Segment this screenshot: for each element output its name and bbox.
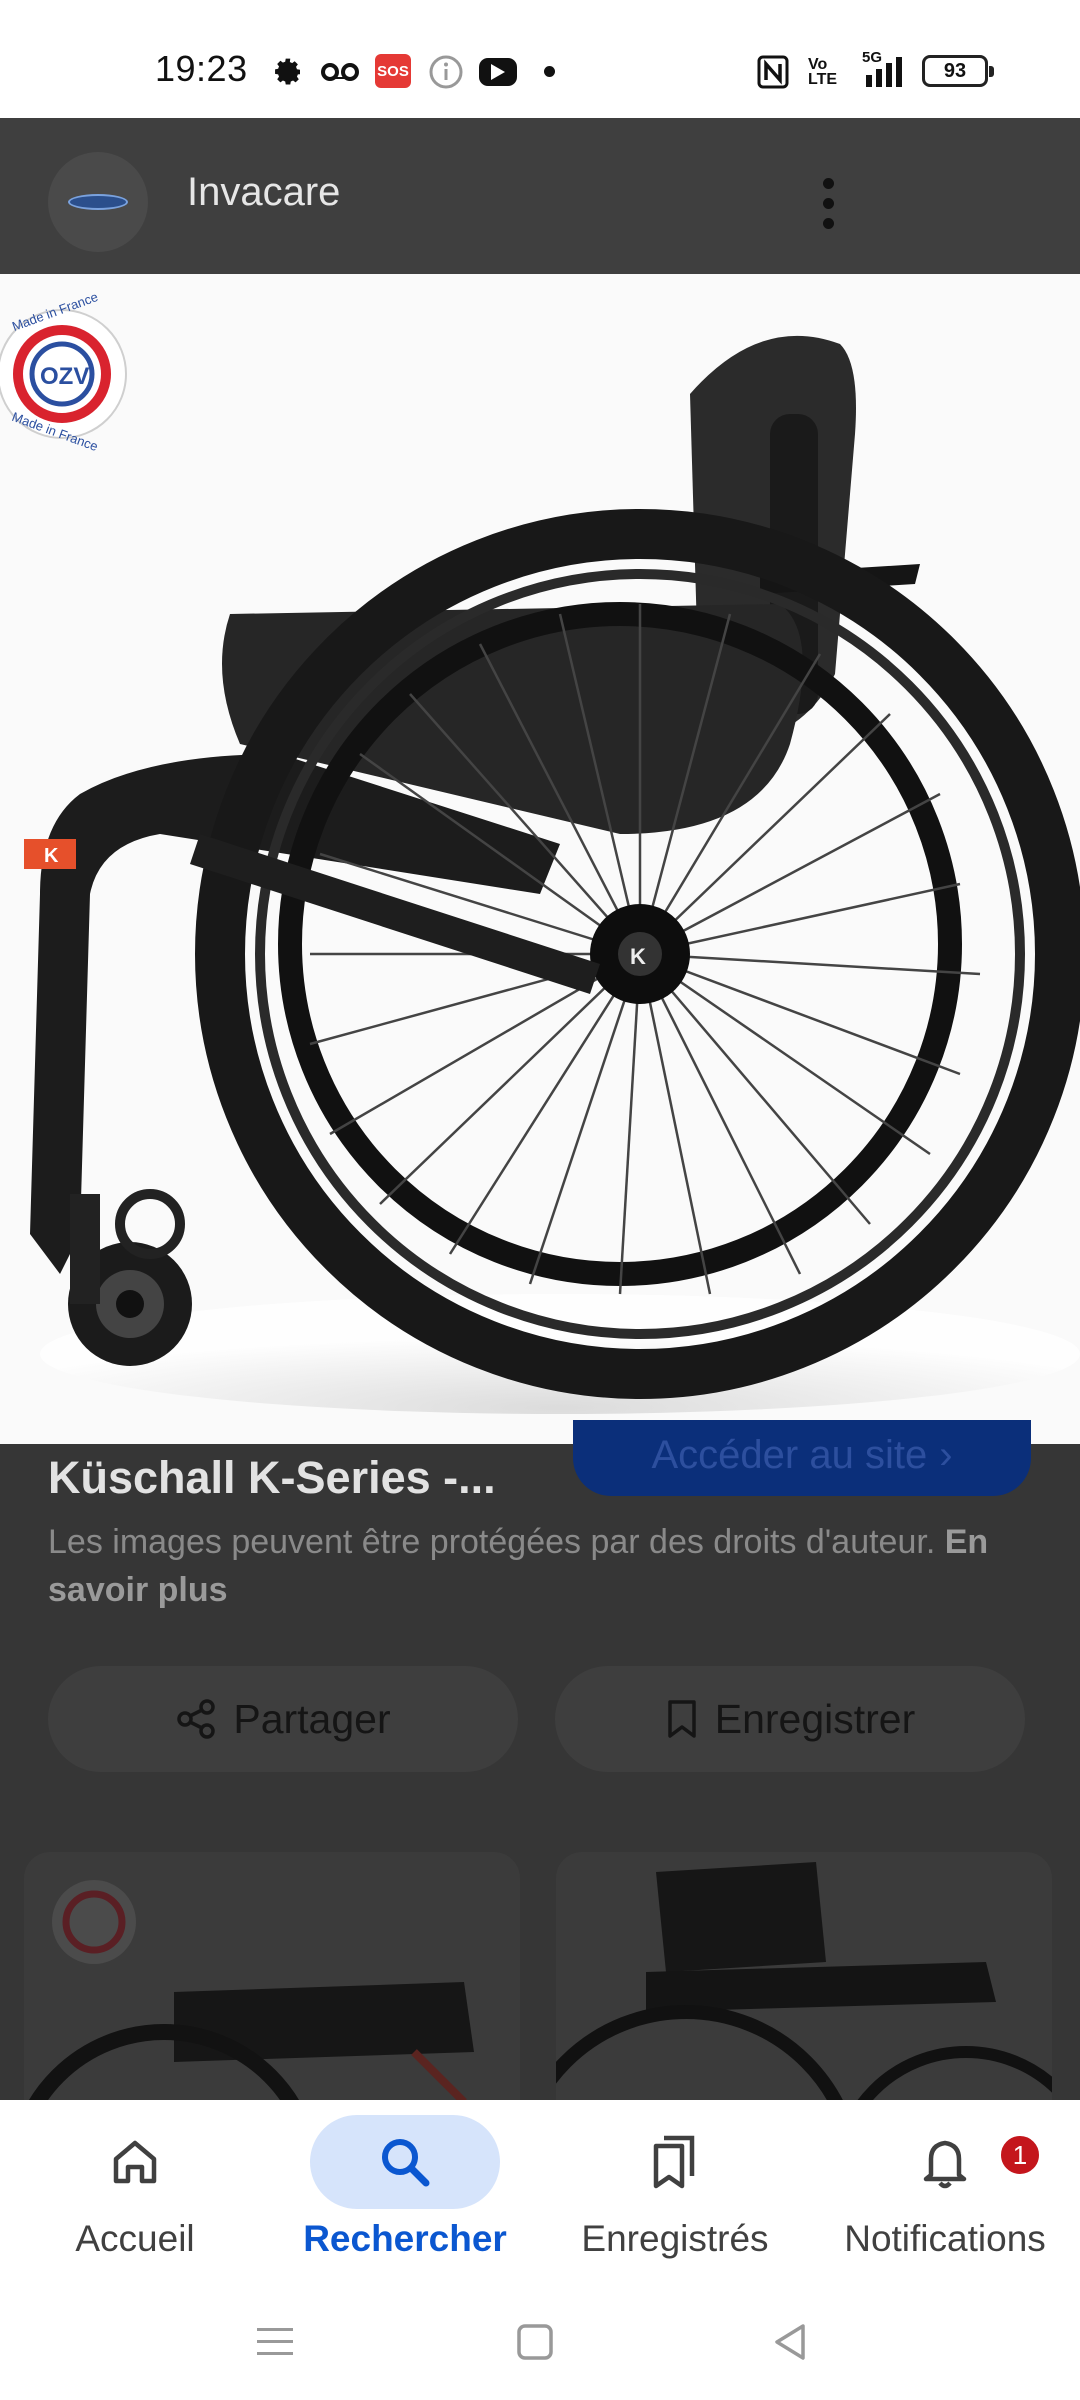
nav-label-saved: Enregistrés <box>581 2218 769 2259</box>
site-name[interactable]: Invacare <box>187 170 340 215</box>
nfc-icon <box>757 55 789 89</box>
search-icon <box>382 2139 430 2187</box>
main-image[interactable]: K K OZV Made in France Made in France <box>0 274 1080 1444</box>
related-image-2[interactable] <box>556 1852 1052 2102</box>
chevron-right-icon: › <box>939 1433 953 1477</box>
viewer-header: Invacare <box>0 118 1080 274</box>
nav-item-saved[interactable]: Enregistrés <box>540 2100 810 2290</box>
svg-text:OZV: OZV <box>40 363 89 390</box>
nav-label-home: Accueil <box>75 2218 195 2259</box>
svg-text:K: K <box>44 845 59 867</box>
save-label: Enregistrer <box>714 1695 916 1742</box>
visit-site-button[interactable]: Accéder au site › <box>573 1420 1031 1496</box>
related-image-1[interactable] <box>24 1852 520 2102</box>
volte-icon: Vo LTE <box>808 56 838 88</box>
gear-icon <box>272 56 304 88</box>
bell-icon <box>923 2140 967 2189</box>
dot-icon <box>544 66 555 77</box>
copyright-notice: Les images peuvent être protégées par de… <box>48 1518 1048 1614</box>
battery-icon: 93 <box>922 55 994 87</box>
bookmark-icon <box>667 1700 696 1738</box>
info-icon <box>428 55 464 89</box>
recent-apps-icon[interactable] <box>240 2312 310 2372</box>
visit-site-label: Accéder au site <box>651 1433 928 1477</box>
share-label: Partager <box>233 1695 391 1742</box>
nav-label-search: Rechercher <box>303 2218 507 2259</box>
voicemail-icon <box>320 56 360 88</box>
more-options-button[interactable] <box>800 158 856 248</box>
back-icon[interactable] <box>756 2312 826 2372</box>
nav-label-notifications: Notifications <box>844 2218 1046 2259</box>
copyright-text: Les images peuvent être protégées par de… <box>48 1523 936 1561</box>
home-icon <box>113 2140 157 2184</box>
wheelchair-image: K K OZV <box>0 274 1080 1444</box>
status-time: 19:23 <box>155 48 248 89</box>
system-navigation-bar <box>0 2290 1080 2400</box>
share-button[interactable]: Partager <box>48 1666 518 1772</box>
status-bar: 19:23 SOS Vo LTE 5G 93 <box>0 0 1080 118</box>
saved-collections-icon <box>653 2135 695 2189</box>
notification-badge: 1 <box>998 2133 1042 2177</box>
nav-item-search[interactable]: Rechercher <box>270 2100 540 2290</box>
nav-item-notifications[interactable]: 1 Notifications <box>810 2100 1080 2290</box>
youtube-icon <box>479 58 517 86</box>
bottom-navigation: Accueil Rechercher Enregistrés 1 Notific… <box>0 2100 1080 2290</box>
signal-5g-icon: 5G <box>856 49 906 88</box>
nav-item-home[interactable]: Accueil <box>0 2100 270 2290</box>
share-icon <box>177 1699 216 1739</box>
site-logo[interactable] <box>48 152 148 252</box>
sos-icon: SOS <box>375 54 411 88</box>
home-system-icon[interactable] <box>500 2312 570 2372</box>
result-title[interactable]: Küschall K-Series -... <box>48 1452 496 1504</box>
save-button[interactable]: Enregistrer <box>555 1666 1025 1772</box>
svg-text:K: K <box>630 944 646 969</box>
